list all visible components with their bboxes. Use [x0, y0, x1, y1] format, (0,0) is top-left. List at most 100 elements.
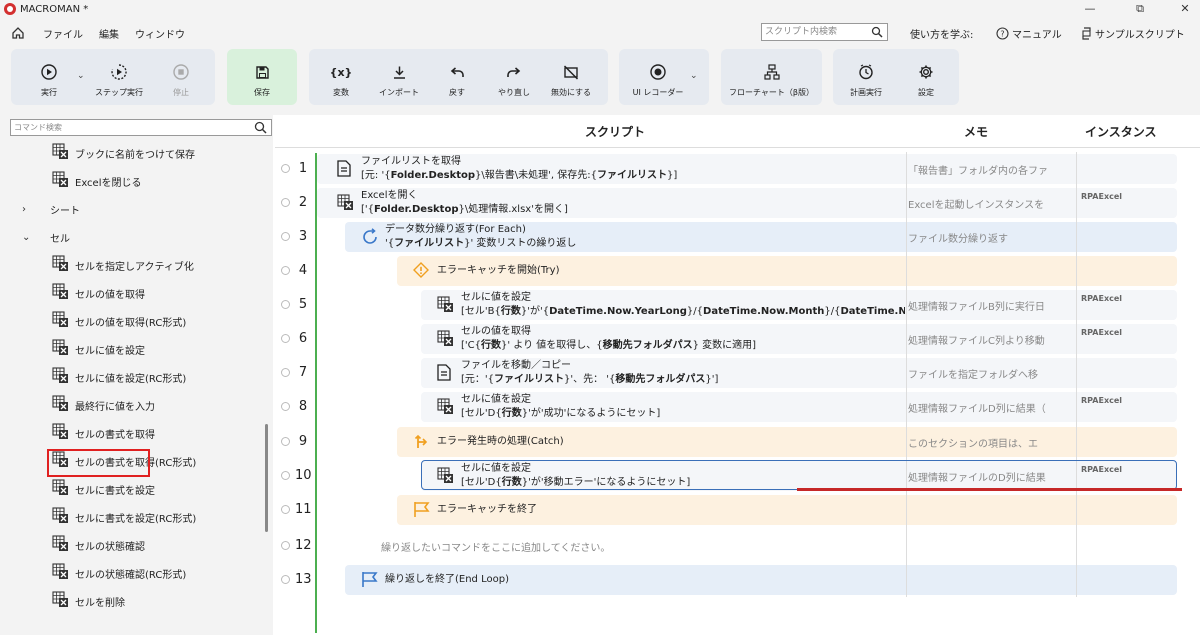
script-row[interactable]: 5 セルに値を設定 [セル'B{行数}'が'{DateTime.Now.YearLo…	[273, 288, 1200, 322]
save-label: 保存	[254, 88, 270, 97]
stop-icon	[173, 64, 189, 80]
sidebar-item[interactable]: セルの書式を取得	[0, 422, 155, 444]
breakpoint-toggle[interactable]	[281, 368, 290, 377]
breakpoint-toggle[interactable]	[281, 266, 290, 275]
sidebar-item[interactable]: › シート	[0, 198, 80, 220]
minimize-button[interactable]: —	[1080, 1, 1100, 17]
memo-cell[interactable]: このセクションの項目は、エ	[908, 435, 1075, 450]
sidebar-item[interactable]: セルの値を取得	[0, 282, 145, 304]
home-icon[interactable]	[11, 26, 25, 40]
param-text: '{	[385, 238, 395, 249]
sidebar-item[interactable]: セルに書式を設定	[0, 478, 155, 500]
param-text: }' より 値を取得し、{	[501, 340, 603, 351]
breakpoint-toggle[interactable]	[281, 300, 290, 309]
memo-cell[interactable]: 処理情報ファイルD列に結果（	[908, 400, 1075, 415]
run-button[interactable]: 実行	[19, 49, 79, 105]
import-label: インポート	[379, 88, 419, 97]
sidebar-item[interactable]: セルを指定しアクティブ化	[0, 254, 194, 276]
restore-button[interactable]: ⧉	[1130, 1, 1150, 17]
breakpoint-toggle[interactable]	[281, 541, 290, 550]
search-icon[interactable]	[254, 121, 267, 134]
breakpoint-toggle[interactable]	[281, 164, 290, 173]
script-row[interactable]: 7 ファイルを移動／コピー [元：'{ファイルリスト}'、先： '{移動先フォルダパ…	[273, 356, 1200, 390]
sidebar-item[interactable]: セルの状態確認(RC形式)	[0, 562, 186, 584]
save-button[interactable]: 保存	[232, 49, 292, 105]
menu-file[interactable]: ファイル	[43, 26, 83, 41]
title-bar: MACROMAN * — ⧉ ✕	[0, 0, 1200, 18]
sidebar-item[interactable]: ⌄ セル	[0, 226, 70, 248]
memo-cell[interactable]: 処理情報ファイルC列より移動	[908, 332, 1075, 347]
redo-icon	[507, 67, 521, 77]
step-run-button[interactable]: ステップ実行	[89, 49, 149, 105]
disable-button[interactable]: 無効にする	[541, 49, 601, 105]
undo-button[interactable]: 戻す	[427, 49, 487, 105]
script-row[interactable]: 4 エラーキャッチを開始(Try)	[273, 254, 1200, 288]
recorder-dropdown-icon[interactable]: ⌄	[690, 71, 698, 81]
param-text: [元：'{	[461, 374, 495, 385]
param-variable: ファイルリスト	[494, 374, 565, 385]
breakpoint-toggle[interactable]	[281, 437, 290, 446]
param-variable: Folder.Desktop	[390, 170, 476, 181]
memo-cell[interactable]: 処理情報ファイルB列に実行日	[908, 298, 1075, 313]
script-row[interactable]: 9 エラー発生時の処理(Catch) このセクションの項目は、エ	[273, 425, 1200, 459]
step-run-label: ステップ実行	[95, 88, 143, 97]
redo-button[interactable]: やり直し	[484, 49, 544, 105]
menu-window[interactable]: ウィンドウ	[135, 26, 185, 41]
sidebar-scrollbar[interactable]	[265, 424, 268, 532]
line-number: 8	[298, 399, 308, 414]
memo-cell[interactable]: 「報告書」フォルダ内の各ファ	[908, 162, 1075, 177]
ui-recorder-button[interactable]: UI レコーダー	[628, 49, 688, 105]
settings-button[interactable]: 設定	[896, 49, 956, 105]
memo-cell[interactable]: ファイル数分繰り返す	[908, 230, 1075, 245]
breakpoint-toggle[interactable]	[281, 402, 290, 411]
script-row[interactable]: 3 データ数分繰り返す(For Each) '{ファイルリスト}' 変数リストの繰り…	[273, 220, 1200, 254]
schedule-label: 計画実行	[850, 88, 882, 97]
breakpoint-toggle[interactable]	[281, 575, 290, 584]
command-search-input[interactable]: コマンド検索	[10, 119, 272, 136]
sidebar-item[interactable]: セルの状態確認	[0, 534, 145, 556]
sidebar-item-label: セルに値を設定	[75, 345, 145, 357]
run-dropdown-icon[interactable]: ⌄	[77, 71, 85, 81]
stop-button[interactable]: 停止	[151, 49, 211, 105]
import-button[interactable]: インポート	[369, 49, 429, 105]
menu-edit[interactable]: 編集	[99, 26, 119, 41]
sidebar-item[interactable]: セルの値を取得(RC形式)	[0, 310, 186, 332]
chevron-right-icon[interactable]: ›	[22, 204, 30, 215]
param-text: [セル'D{	[461, 408, 502, 419]
sidebar-item[interactable]: セルを削除	[0, 590, 125, 612]
sidebar-item[interactable]: セルに値を設定(RC形式)	[0, 366, 186, 388]
breakpoint-toggle[interactable]	[281, 471, 290, 480]
memo-cell[interactable]: Excelを起動しインスタンスを	[908, 196, 1075, 211]
flowchart-button[interactable]: フローチャート（β版）	[725, 49, 818, 105]
script-row[interactable]: 11 エラーキャッチを終了	[273, 493, 1200, 527]
sidebar-item[interactable]: セルに書式を設定(RC形式)	[0, 506, 196, 528]
script-editor: スクリプト メモ インスタンス 1 ファイルリストを取得 [元: '{Folder.…	[273, 115, 1200, 635]
catch-branch-icon	[413, 433, 429, 452]
sidebar-item[interactable]: 最終行に値を入力	[0, 394, 155, 416]
script-row[interactable]: 2 Excelを開く ['{Folder.Desktop}\処理情報.xlsx'を開…	[273, 186, 1200, 220]
breakpoint-toggle[interactable]	[281, 334, 290, 343]
breakpoint-toggle[interactable]	[281, 505, 290, 514]
chevron-down-icon[interactable]: ⌄	[22, 232, 30, 243]
sidebar-item[interactable]: Excelを閉じる	[0, 170, 142, 192]
script-row[interactable]: 8 セルに値を設定 [セル'D{行数}'が'成功'になるようにセット] 処理情報ファイ…	[273, 390, 1200, 424]
script-row[interactable]: 6 セルの値を取得 ['C{行数}' より 値を取得し、{移動先フォルダパス} 変数…	[273, 322, 1200, 356]
save-icon	[255, 65, 269, 79]
schedule-button[interactable]: 計画実行	[836, 49, 896, 105]
sidebar-item[interactable]: ブックに名前をつけて保存	[0, 142, 195, 164]
breakpoint-toggle[interactable]	[281, 232, 290, 241]
manual-link[interactable]: ? マニュアル	[996, 26, 1062, 41]
breakpoint-toggle[interactable]	[281, 198, 290, 207]
param-text: }' 変数リストの繰り返し	[464, 238, 577, 249]
memo-cell[interactable]: ファイルを指定フォルダへ移	[908, 366, 1075, 381]
sidebar-item[interactable]: セルに値を設定	[0, 338, 145, 360]
script-row[interactable]: 13 繰り返しを終了(End Loop)	[273, 563, 1200, 597]
script-search-input[interactable]: スクリプト内検索	[761, 23, 888, 41]
excel-command-icon	[52, 423, 69, 443]
search-icon[interactable]	[871, 26, 883, 38]
sample-script-link[interactable]: サンプルスクリプト	[1081, 26, 1185, 41]
close-button[interactable]: ✕	[1175, 1, 1195, 17]
script-row[interactable]: 1 ファイルリストを取得 [元: '{Folder.Desktop}\報告書\未処理…	[273, 152, 1200, 186]
line-number: 6	[298, 331, 308, 346]
variables-button[interactable]: {x} 変数	[311, 49, 371, 105]
